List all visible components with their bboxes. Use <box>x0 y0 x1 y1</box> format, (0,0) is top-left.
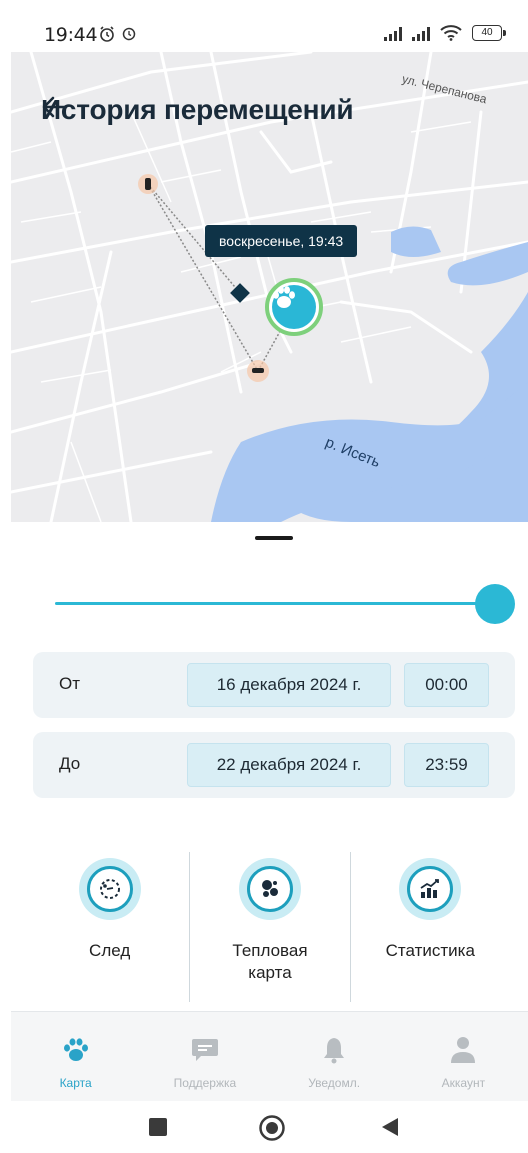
range-from-label: От <box>59 674 81 693</box>
status-time: 19:44 <box>44 24 98 46</box>
mode-statistics-button[interactable]: Статистика <box>349 852 510 1002</box>
route-point-marker <box>252 368 264 373</box>
range-to-label: До <box>59 754 81 773</box>
system-navigation-bar <box>0 1101 528 1153</box>
heatmap-icon <box>261 880 278 897</box>
nav-label-account: Аккаунт <box>441 1076 486 1090</box>
shield-icon <box>122 27 136 41</box>
status-bar: 19:44 40 <box>0 0 528 52</box>
map-header: История перемещений <box>41 94 354 126</box>
page-title: История перемещений <box>41 94 354 125</box>
alarm-icon <box>100 26 114 42</box>
location-time-tooltip: воскресенье, 19:43 <box>205 225 358 257</box>
from-date-picker[interactable]: 16 декабря 2024 г. <box>187 663 391 707</box>
recents-square-icon[interactable] <box>148 1117 168 1137</box>
track-icon <box>99 879 120 899</box>
person-icon <box>451 1037 476 1063</box>
nav-item-notifications[interactable]: Уведомл. <box>270 1012 399 1115</box>
to-time-picker[interactable]: 23:59 <box>404 743 489 787</box>
drag-handle[interactable] <box>255 536 293 540</box>
nav-item-support[interactable]: Поддержка <box>140 1012 269 1115</box>
nav-label-notifications: Уведомл. <box>308 1076 361 1090</box>
paw-icon <box>273 286 295 308</box>
wifi-icon <box>440 25 462 41</box>
paw-icon <box>63 1038 88 1061</box>
route-point-marker <box>145 178 151 190</box>
slider-thumb[interactable] <box>475 584 515 624</box>
to-date-picker[interactable]: 22 декабря 2024 г. <box>187 743 391 787</box>
statistics-icon <box>420 879 440 898</box>
mode-heatmap-label: Тепловая карта <box>232 941 308 982</box>
battery-icon: 40 <box>472 24 506 41</box>
from-time-picker[interactable]: 00:00 <box>404 663 489 707</box>
range-from-row: От 16 декабря 2024 г. 00:00 <box>33 652 515 718</box>
map-view[interactable]: История перемещений ул. Черепанова р. Ис… <box>11 52 528 522</box>
back-triangle-icon[interactable] <box>380 1117 400 1137</box>
time-slider[interactable] <box>55 584 515 624</box>
mode-heatmap-button[interactable]: Тепловая карта <box>189 852 349 1002</box>
bottom-navigation: Карта Поддержка Уведомл. Аккаунт <box>11 1011 528 1115</box>
range-to-row: До 22 декабря 2024 г. 23:59 <box>33 732 515 798</box>
bell-icon <box>324 1038 345 1064</box>
mode-track-label: След <box>89 941 131 960</box>
nav-label-map: Карта <box>59 1076 92 1090</box>
slider-track[interactable] <box>55 602 495 605</box>
back-arrow-icon[interactable] <box>41 94 67 120</box>
mode-track-button[interactable]: След <box>30 852 189 1002</box>
home-circle-icon[interactable] <box>258 1114 286 1142</box>
nav-item-account[interactable]: Аккаунт <box>399 1012 528 1115</box>
pet-location-marker[interactable] <box>265 278 323 336</box>
view-modes: След Тепловая карта Статистика <box>30 852 510 1002</box>
signal-icon <box>412 25 430 41</box>
mode-statistics-label: Статистика <box>385 941 475 960</box>
signal-icon <box>384 25 402 41</box>
bottom-sheet: От 16 декабря 2024 г. 00:00 До 22 декабр… <box>0 522 528 1153</box>
chat-icon <box>191 1039 218 1061</box>
nav-label-support: Поддержка <box>173 1076 237 1090</box>
nav-item-map[interactable]: Карта <box>11 1012 140 1115</box>
